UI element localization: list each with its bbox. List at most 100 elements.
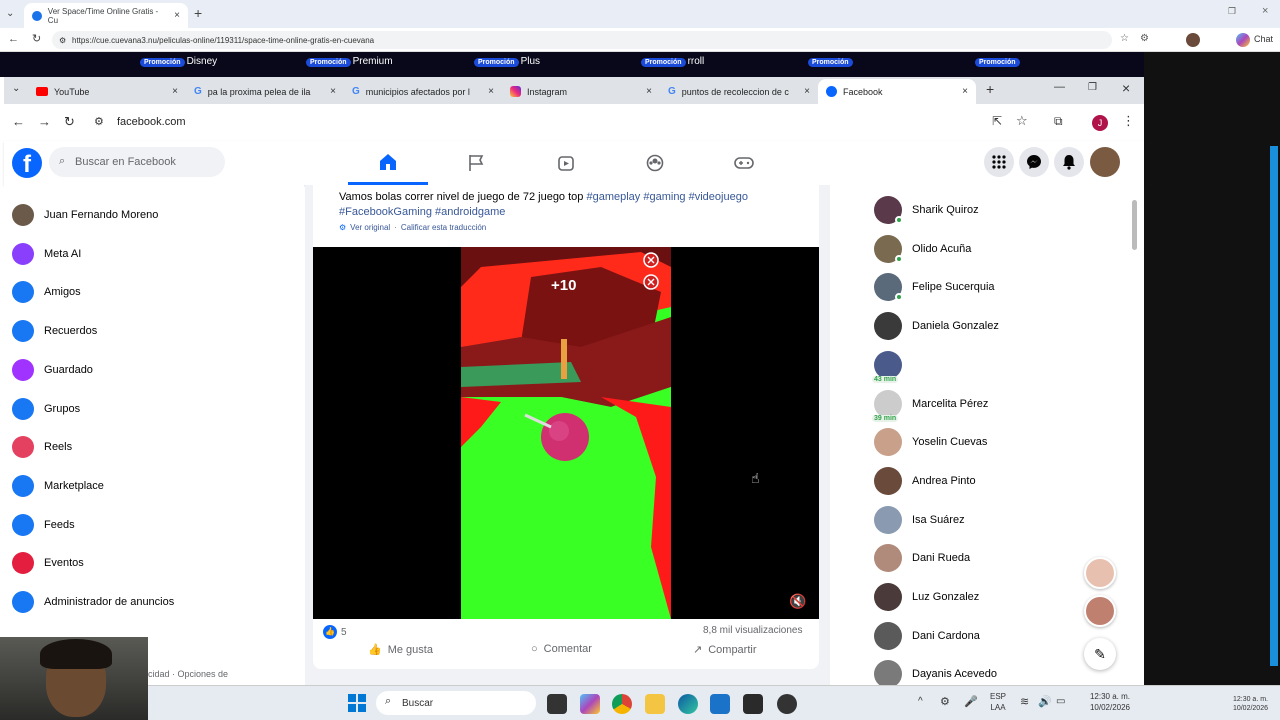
nav-video[interactable] — [526, 141, 606, 185]
sidebar-item-amigos[interactable]: Amigos — [12, 274, 81, 310]
language-indicator[interactable]: ESP LAA — [990, 691, 1006, 713]
promo-item[interactable]: Promoción Disney — [140, 56, 217, 67]
profile-avatar[interactable]: J — [1092, 115, 1108, 131]
nav-home[interactable] — [348, 141, 428, 185]
new-tab-plus-icon[interactable]: + — [194, 5, 202, 21]
tab-search-chevron-icon[interactable]: ⌄ — [12, 83, 20, 94]
notifications-button[interactable] — [1054, 147, 1084, 177]
file-explorer-icon[interactable] — [645, 694, 665, 714]
extensions-icon[interactable]: ⧉ — [1054, 114, 1063, 129]
facebook-logo[interactable]: f — [12, 148, 42, 178]
chat-head-avatar[interactable] — [1084, 557, 1116, 589]
close-icon[interactable]: × — [172, 86, 178, 97]
contact-item[interactable]: Dani Cardona — [874, 618, 980, 654]
promo-item[interactable]: Promoción Plus — [474, 56, 540, 67]
hashtag-link[interactable]: #FacebookGaming — [339, 206, 432, 218]
like-button[interactable]: 👍 Me gusta — [368, 643, 433, 657]
new-message-compose-icon[interactable]: ✎ — [1084, 638, 1116, 670]
hashtag-link[interactable]: #gaming — [643, 191, 685, 203]
site-settings-icon[interactable]: ⚙ — [94, 115, 104, 128]
chat-label[interactable]: Chat — [1254, 34, 1273, 44]
notepad-icon[interactable] — [710, 694, 730, 714]
tab-youtube[interactable]: YouTube × — [28, 79, 186, 104]
share-button[interactable]: ↗ Compartir — [693, 643, 757, 657]
contact-item[interactable]: Sharik Quiroz — [874, 192, 979, 228]
outer-tab-active[interactable]: Ver Space/Time Online Gratis - Cu × — [24, 3, 188, 28]
video-player[interactable]: +10 🔇 — [313, 247, 819, 619]
promo-item[interactable]: Promoción — [808, 56, 855, 67]
task-view-icon[interactable] — [547, 694, 567, 714]
tab-facebook[interactable]: Facebook × — [818, 79, 976, 104]
contact-item[interactable]: Felipe Sucerquia — [874, 269, 995, 305]
window-restore-icon[interactable]: ❐ — [1228, 6, 1236, 17]
facebook-search-input[interactable]: ⌕ Buscar en Facebook — [49, 147, 225, 177]
windows-start-icon[interactable] — [348, 694, 366, 712]
contact-item[interactable]: 39 min Marcelita Pérez — [872, 386, 988, 422]
install-app-icon[interactable]: ⇱ — [992, 114, 1002, 128]
nav-gaming[interactable] — [704, 141, 784, 185]
sidebar-item-eventos[interactable]: Eventos — [12, 545, 84, 581]
contact-item[interactable]: Yoselin Cuevas — [874, 424, 987, 460]
taskbar-search-box[interactable]: ⌕ Buscar — [376, 691, 536, 715]
tab-google-search[interactable]: G puntos de recoleccion de c × — [660, 79, 818, 104]
contact-item[interactable]: Daniela Gonzalez — [874, 308, 999, 344]
star-icon[interactable]: ☆ — [1016, 113, 1028, 129]
account-avatar[interactable] — [1090, 147, 1120, 177]
footer-links[interactable]: cidad · Opciones de — [148, 669, 228, 679]
rate-translation-link[interactable]: Calificar esta traducción — [401, 223, 486, 232]
close-icon[interactable]: × — [488, 86, 494, 97]
taskbar-clock[interactable]: 12:30 a. m. 10/02/2026 — [1082, 691, 1130, 713]
edge-icon[interactable] — [678, 694, 698, 714]
maximize-icon[interactable]: ❐ — [1088, 82, 1097, 93]
back-arrow-icon[interactable]: ← — [8, 33, 19, 45]
sidebar-item-guardado[interactable]: Guardado — [12, 352, 93, 388]
inner-url-text[interactable]: facebook.com — [117, 116, 185, 128]
close-icon[interactable]: × — [962, 86, 968, 97]
outer-url-field[interactable]: ⚙ https://cue.cuevana3.nu/peliculas-onli… — [52, 31, 1112, 49]
battery-icon[interactable]: ▭ — [1056, 696, 1065, 707]
contact-item[interactable]: Isa Suárez — [874, 502, 965, 538]
menu-dots-icon[interactable]: ⋮ — [1122, 113, 1135, 129]
copilot-icon[interactable] — [580, 694, 600, 714]
tray-app-icon[interactable]: ⚙ — [940, 695, 950, 708]
mute-icon[interactable]: 🔇 — [789, 593, 806, 610]
sidebar-item-reels[interactable]: Reels — [12, 429, 72, 465]
contact-item[interactable]: Olido Acuña — [874, 231, 971, 267]
tab-search-chevron-icon[interactable]: ⌄ — [6, 8, 14, 19]
forward-arrow-icon[interactable]: → — [38, 114, 51, 129]
promo-item[interactable]: Promoción — [975, 56, 1022, 67]
profile-avatar[interactable] — [1186, 33, 1200, 47]
close-icon[interactable]: × — [804, 86, 810, 97]
messenger-button[interactable] — [1019, 147, 1049, 177]
comment-button[interactable]: ○ Comentar — [531, 643, 592, 655]
tray-expand-icon[interactable]: ^ — [918, 696, 923, 707]
reload-icon[interactable]: ↻ — [64, 114, 75, 130]
scrollbar-thumb[interactable] — [1132, 200, 1137, 250]
chrome-icon[interactable] — [612, 694, 632, 714]
contact-item[interactable]: Luz Gonzalez — [874, 579, 979, 615]
sidebar-item-juan-fernando-moreno[interactable]: Juan Fernando Moreno — [12, 197, 158, 233]
tab-google-search[interactable]: G pa la proxima pelea de ila × — [186, 79, 344, 104]
close-icon[interactable]: × — [174, 10, 180, 21]
sidebar-item-grupos[interactable]: Grupos — [12, 391, 80, 427]
minimize-icon[interactable]: — — [1054, 81, 1065, 93]
new-tab-plus-icon[interactable]: + — [986, 81, 994, 97]
chat-head-avatar[interactable] — [1084, 595, 1116, 627]
hashtag-link[interactable]: #videojuego — [689, 191, 748, 203]
sidebar-item-feeds[interactable]: Feeds — [12, 507, 75, 543]
close-icon[interactable]: × — [330, 86, 336, 97]
reactions-count[interactable]: 👍 5 — [323, 625, 347, 639]
close-icon[interactable]: × — [646, 86, 652, 97]
contact-item[interactable]: 43 min — [872, 347, 912, 383]
promo-item[interactable]: Promoción Premium — [306, 56, 393, 67]
hashtag-link[interactable]: #gameplay — [586, 191, 640, 203]
contact-item[interactable]: Dani Rueda — [874, 540, 970, 576]
nav-pages[interactable] — [436, 141, 516, 185]
sidebar-item-marketplace[interactable]: Marketplace — [12, 468, 104, 504]
tab-instagram[interactable]: Instagram × — [502, 79, 660, 104]
promo-item[interactable]: Promoción rroll — [641, 56, 704, 67]
see-original-link[interactable]: Ver original — [350, 223, 390, 232]
hashtag-link[interactable]: #androidgame — [435, 206, 505, 218]
star-icon[interactable]: ☆ — [1120, 33, 1129, 44]
menu-grid-button[interactable] — [984, 147, 1014, 177]
